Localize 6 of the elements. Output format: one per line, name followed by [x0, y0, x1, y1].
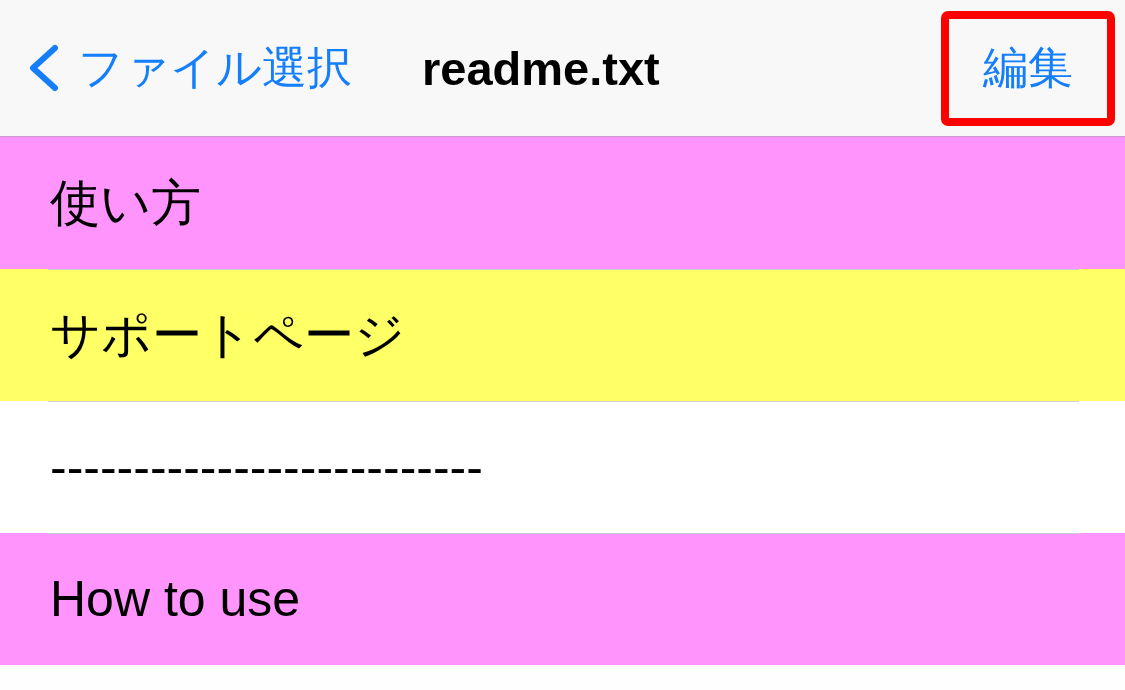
edit-button[interactable]: 編集	[941, 10, 1115, 126]
back-button[interactable]: ファイル選択	[26, 38, 352, 98]
list-row[interactable]: How to use	[0, 533, 1125, 665]
list-row[interactable]: サポートページ	[0, 269, 1125, 401]
screen-title: readme.txt	[422, 40, 660, 96]
list-row[interactable]: 使い方	[0, 137, 1125, 269]
